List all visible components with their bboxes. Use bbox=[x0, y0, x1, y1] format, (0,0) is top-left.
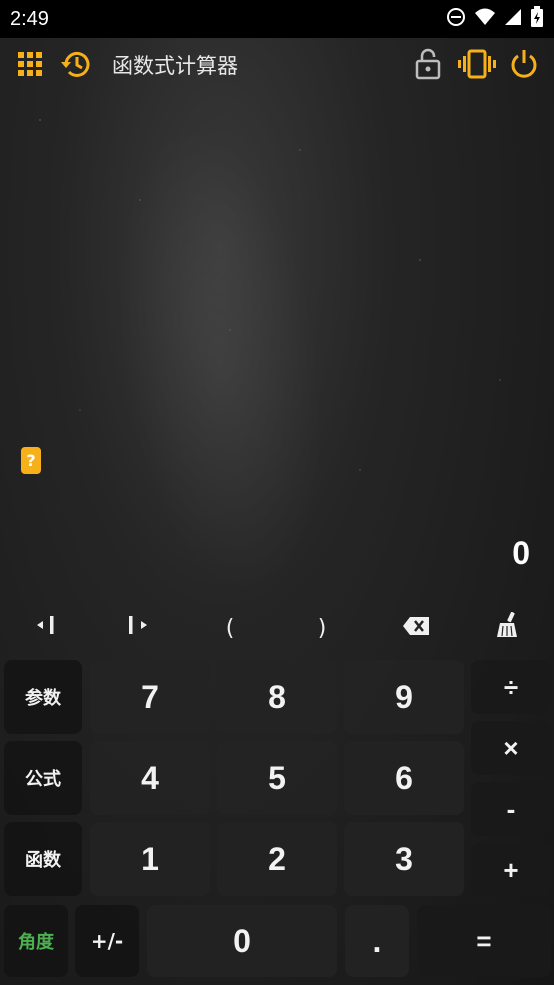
equals-button[interactable]: = bbox=[417, 905, 551, 977]
key-1[interactable]: 1 bbox=[90, 822, 210, 896]
help-badge[interactable]: ? bbox=[21, 447, 41, 474]
params-button[interactable]: 参数 bbox=[4, 660, 82, 734]
formula-button[interactable]: 公式 bbox=[4, 741, 82, 815]
key-7[interactable]: 7 bbox=[90, 660, 210, 734]
app-bar: 函数式计算器 bbox=[0, 38, 554, 92]
key-2[interactable]: 2 bbox=[217, 822, 337, 896]
paren-close-button[interactable]: ) bbox=[292, 608, 352, 648]
status-time: 2:49 bbox=[10, 7, 49, 30]
cursor-right-button[interactable] bbox=[108, 608, 168, 648]
function-button[interactable]: 函数 bbox=[4, 822, 82, 896]
vibrate-icon[interactable] bbox=[458, 48, 496, 80]
paren-open-button[interactable]: ( bbox=[200, 608, 260, 648]
backspace-button[interactable] bbox=[386, 608, 446, 648]
cursor-left-button[interactable] bbox=[16, 608, 76, 648]
history-icon[interactable] bbox=[60, 48, 92, 80]
do-not-disturb-icon bbox=[446, 7, 466, 31]
power-icon[interactable] bbox=[508, 48, 540, 80]
clear-broom-icon bbox=[496, 611, 520, 644]
wifi-icon bbox=[474, 7, 496, 31]
lock-open-icon[interactable] bbox=[412, 48, 444, 80]
battery-charging-icon bbox=[530, 6, 544, 32]
multiply-button[interactable]: × bbox=[471, 721, 551, 775]
status-bar: 2:49 bbox=[0, 0, 554, 38]
decimal-point-button[interactable]: . bbox=[345, 905, 409, 977]
key-5[interactable]: 5 bbox=[217, 741, 337, 815]
backspace-icon bbox=[403, 616, 429, 641]
grid-menu-icon[interactable] bbox=[14, 48, 46, 80]
status-icons bbox=[446, 6, 544, 32]
cursor-right-icon bbox=[127, 615, 149, 641]
minus-button[interactable]: - bbox=[471, 782, 551, 836]
angle-button[interactable]: 角度 bbox=[4, 905, 68, 977]
key-9[interactable]: 9 bbox=[344, 660, 464, 734]
signal-icon bbox=[504, 7, 522, 31]
key-8[interactable]: 8 bbox=[217, 660, 337, 734]
divide-button[interactable]: ÷ bbox=[471, 660, 551, 714]
background-milky-way bbox=[87, 108, 353, 612]
result-display: 0 bbox=[512, 535, 530, 571]
key-6[interactable]: 6 bbox=[344, 741, 464, 815]
plus-button[interactable]: + bbox=[471, 843, 551, 897]
sign-toggle-button[interactable]: +/- bbox=[75, 905, 139, 977]
cursor-left-icon bbox=[35, 615, 57, 641]
key-0[interactable]: 0 bbox=[147, 905, 337, 977]
key-3[interactable]: 3 bbox=[344, 822, 464, 896]
app-title: 函数式计算器 bbox=[112, 54, 238, 78]
edit-row: ( ) bbox=[0, 608, 554, 648]
clear-button[interactable] bbox=[478, 608, 538, 648]
key-4[interactable]: 4 bbox=[90, 741, 210, 815]
